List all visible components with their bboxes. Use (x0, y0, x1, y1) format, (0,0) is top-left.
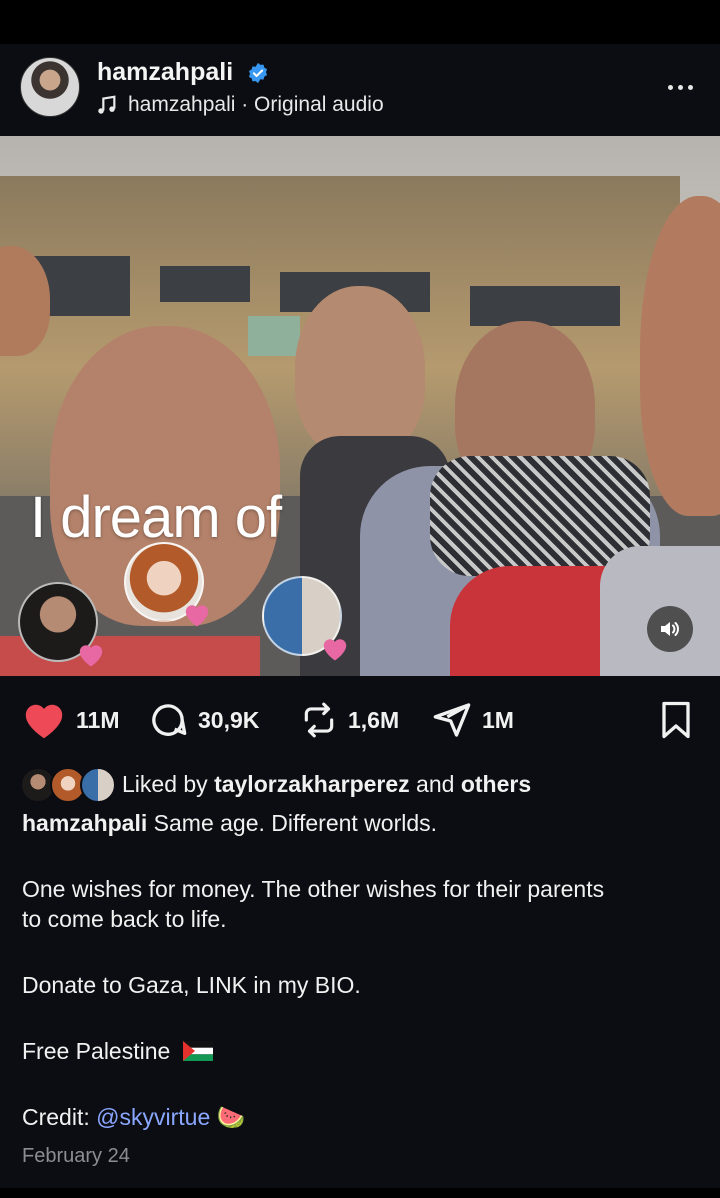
repost-icon (304, 702, 334, 738)
repost-count: 1,6M (348, 706, 400, 733)
bookmark-icon[interactable] (658, 700, 694, 740)
free-palestine-text: Free Palestine (22, 1038, 171, 1064)
avatar (80, 767, 116, 803)
credit-handle-link[interactable]: @skyvirtue (96, 1104, 210, 1130)
action-bar: 11M 30,9K 1,6M 1M (0, 690, 720, 752)
liked-by-prefix: Liked by (122, 770, 208, 797)
liker-avatars (20, 766, 116, 803)
watermelon-icon: 🍉 (216, 1104, 246, 1130)
sound-toggle-button[interactable] (647, 606, 693, 652)
comment-count: 30,9K (198, 706, 260, 733)
heart-icon (323, 639, 347, 661)
verified-badge-icon (248, 62, 268, 84)
share-button[interactable]: 1M (432, 698, 514, 742)
bottom-edge (0, 1188, 720, 1198)
share-icon (433, 703, 471, 737)
liked-by-others[interactable]: others (461, 771, 531, 797)
liked-by-and: and (416, 770, 455, 797)
caption-text: Same age. Different worlds. (153, 810, 438, 836)
avatar[interactable] (20, 57, 80, 117)
post-header: hamzahpali hamzahpali · Original audio (0, 44, 720, 136)
share-count: 1M (482, 706, 514, 733)
top-status-area (0, 0, 720, 44)
caption-line-1: hamzahpali Same age. Different worlds. (22, 808, 682, 838)
more-options-icon[interactable] (660, 72, 700, 102)
liked-by-user[interactable]: taylorzakharperez (214, 771, 410, 797)
post-date: February 24 (22, 1145, 130, 1167)
credit-label: Credit: (22, 1104, 90, 1130)
comment-icon (152, 704, 187, 736)
like-count: 11M (76, 706, 120, 733)
caption-paragraph-4: Free Palestine (22, 1036, 682, 1066)
audio-row[interactable]: hamzahpali · Original audio (96, 91, 384, 119)
like-button[interactable]: 11M (22, 698, 119, 742)
username[interactable]: hamzahpali (97, 58, 233, 87)
caption-author[interactable]: hamzahpali (22, 810, 147, 836)
comment-button[interactable]: 30,9K (148, 698, 259, 742)
speaker-on-icon (661, 622, 679, 636)
audio-label: hamzahpali · Original audio (128, 93, 384, 116)
liked-by-row[interactable]: Liked by taylorzakharperez and others (20, 766, 531, 803)
palestine-flag-icon (182, 1038, 213, 1061)
caption-credit: Credit: @skyvirtue 🍉 (22, 1102, 682, 1132)
caption-paragraph-3: Donate to Gaza, LINK in my BIO. (22, 972, 361, 998)
post-video[interactable]: I dream of (0, 136, 720, 676)
music-note-icon (98, 95, 116, 114)
heart-filled-icon (25, 704, 63, 739)
heart-icon (185, 605, 209, 627)
repost-button[interactable]: 1,6M (300, 698, 399, 742)
heart-icon (79, 645, 103, 667)
child-center (295, 286, 425, 456)
caption-paragraph-2: One wishes for money. The other wishes f… (22, 876, 605, 932)
overlay-text: I dream of (30, 485, 282, 550)
